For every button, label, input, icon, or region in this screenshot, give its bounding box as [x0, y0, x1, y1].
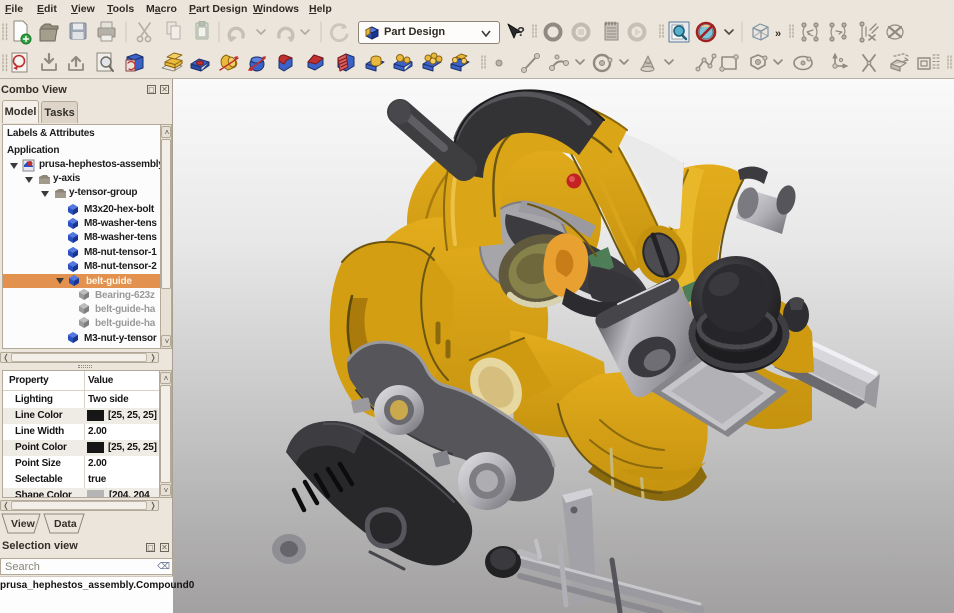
svg-text:View: View [11, 518, 36, 530]
svg-text:Data: Data [54, 518, 77, 530]
svg-text:»: » [775, 28, 781, 40]
svg-text:?: ? [517, 24, 525, 39]
